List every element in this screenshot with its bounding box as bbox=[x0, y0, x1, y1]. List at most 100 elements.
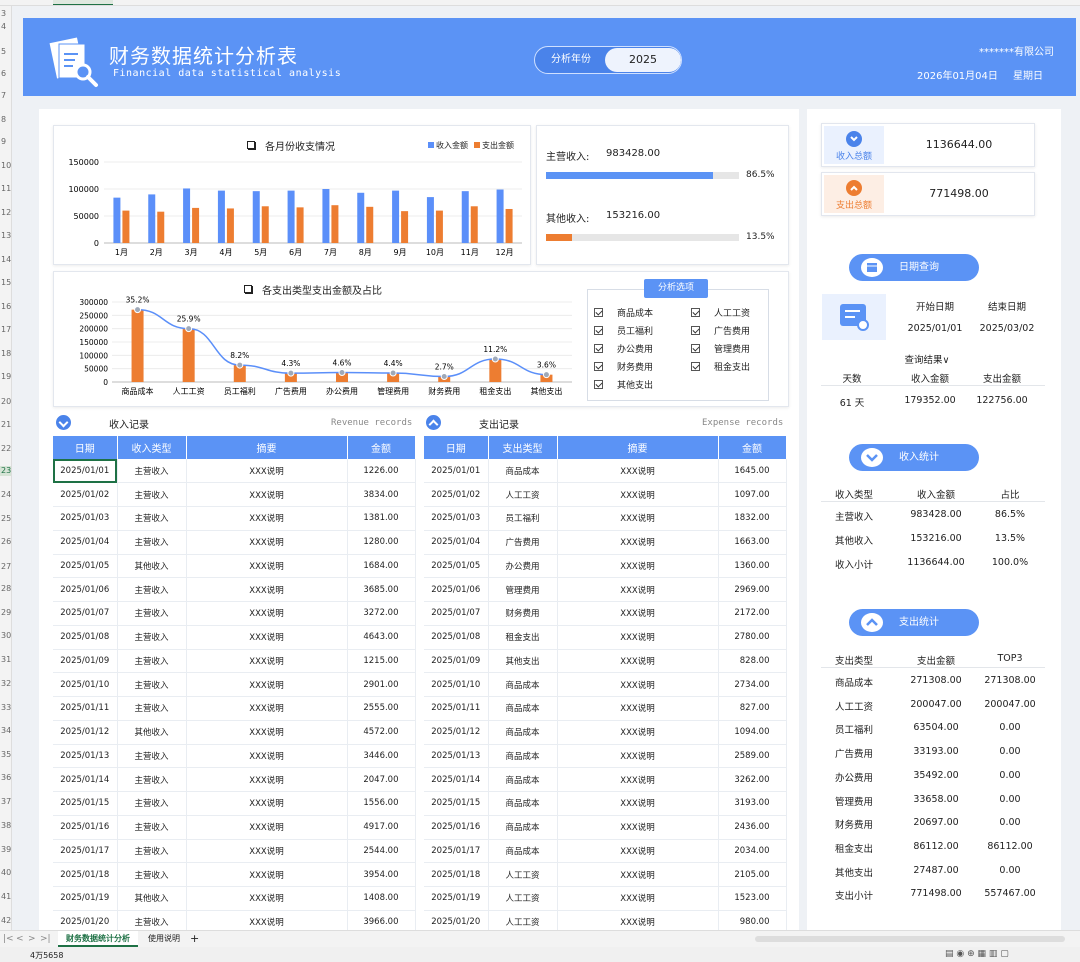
checkbox-icon[interactable] bbox=[594, 326, 603, 335]
checkbox-icon[interactable] bbox=[691, 326, 700, 335]
table-cell[interactable]: 2025/01/09 bbox=[424, 649, 489, 674]
table-cell[interactable]: XXX说明 bbox=[186, 554, 348, 579]
first-sheet-icon[interactable]: |< bbox=[3, 934, 14, 944]
last-sheet-icon[interactable]: >| bbox=[40, 934, 51, 944]
table-cell[interactable]: XXX说明 bbox=[557, 744, 719, 769]
table-cell[interactable]: 2969.00 bbox=[718, 577, 787, 602]
table-cell[interactable]: 4572.00 bbox=[347, 720, 416, 745]
table-cell[interactable]: 2025/01/06 bbox=[424, 577, 489, 602]
table-cell[interactable]: 商品成本 bbox=[488, 815, 558, 840]
table-cell[interactable]: 2025/01/20 bbox=[53, 910, 118, 930]
collapse-revenue-icon[interactable] bbox=[56, 415, 71, 430]
table-cell[interactable]: 2025/01/16 bbox=[53, 815, 118, 840]
table-cell[interactable]: 2025/01/15 bbox=[53, 791, 118, 816]
table-cell[interactable]: 2025/01/10 bbox=[424, 672, 489, 697]
table-cell[interactable]: 2025/01/19 bbox=[53, 886, 118, 911]
table-cell[interactable]: 2555.00 bbox=[347, 696, 416, 721]
table-cell[interactable]: 2734.00 bbox=[718, 672, 787, 697]
add-sheet-button[interactable]: + bbox=[190, 932, 199, 945]
table-cell[interactable]: 2025/01/05 bbox=[53, 554, 118, 579]
horizontal-scrollbar[interactable] bbox=[755, 936, 1065, 942]
table-cell[interactable]: 人工工资 bbox=[488, 862, 558, 887]
table-cell[interactable]: 商品成本 bbox=[488, 459, 558, 484]
table-cell[interactable]: 主营收入 bbox=[117, 767, 187, 792]
option-9[interactable]: 其他支出 bbox=[594, 378, 653, 391]
table-cell[interactable]: XXX说明 bbox=[557, 791, 719, 816]
analysis-options-button[interactable]: 分析选项 bbox=[644, 279, 708, 298]
table-cell[interactable]: XXX说明 bbox=[186, 459, 348, 484]
table-cell[interactable]: 2025/01/13 bbox=[53, 744, 118, 769]
table-cell[interactable]: 员工福利 bbox=[488, 506, 558, 531]
table-cell[interactable]: 主营收入 bbox=[117, 649, 187, 674]
table-cell[interactable]: 2034.00 bbox=[718, 839, 787, 864]
option-7[interactable]: 财务费用 bbox=[594, 360, 653, 373]
table-cell[interactable]: XXX说明 bbox=[557, 886, 719, 911]
table-cell[interactable]: 4643.00 bbox=[347, 625, 416, 650]
option-1[interactable]: 商品成本 bbox=[594, 306, 653, 319]
table-cell[interactable]: XXX说明 bbox=[186, 672, 348, 697]
table-cell[interactable]: 3193.00 bbox=[718, 791, 787, 816]
start-date-value[interactable]: 2025/01/01 bbox=[905, 323, 965, 334]
table-cell[interactable]: 3272.00 bbox=[347, 601, 416, 626]
table-cell[interactable]: XXX说明 bbox=[186, 577, 348, 602]
table-cell[interactable]: 2025/01/08 bbox=[424, 625, 489, 650]
table-cell[interactable]: 2025/01/04 bbox=[53, 530, 118, 555]
table-cell[interactable]: 其他收入 bbox=[117, 554, 187, 579]
year-value[interactable]: 2025 bbox=[605, 48, 681, 72]
table-cell[interactable]: 2025/01/16 bbox=[424, 815, 489, 840]
checkbox-icon[interactable] bbox=[691, 308, 700, 317]
table-cell[interactable]: 2025/01/04 bbox=[424, 530, 489, 555]
option-5[interactable]: 办公费用 bbox=[594, 342, 653, 355]
table-cell[interactable]: XXX说明 bbox=[557, 554, 719, 579]
table-cell[interactable]: 2025/01/07 bbox=[53, 601, 118, 626]
table-cell[interactable]: 商品成本 bbox=[488, 791, 558, 816]
table-cell[interactable]: XXX说明 bbox=[186, 625, 348, 650]
table-cell[interactable]: XXX说明 bbox=[186, 649, 348, 674]
table-cell[interactable]: XXX说明 bbox=[186, 601, 348, 626]
table-cell[interactable]: XXX说明 bbox=[557, 625, 719, 650]
table-cell[interactable]: 3685.00 bbox=[347, 577, 416, 602]
table-cell[interactable]: 2025/01/08 bbox=[53, 625, 118, 650]
checkbox-icon[interactable] bbox=[594, 308, 603, 317]
table-cell[interactable]: 2025/01/17 bbox=[53, 839, 118, 864]
table-cell[interactable]: 2025/01/07 bbox=[424, 601, 489, 626]
table-cell[interactable]: 2025/01/18 bbox=[424, 862, 489, 887]
table-cell[interactable]: XXX说明 bbox=[557, 767, 719, 792]
table-cell[interactable]: 980.00 bbox=[718, 910, 787, 930]
table-cell[interactable]: 2025/01/13 bbox=[424, 744, 489, 769]
table-cell[interactable]: 3954.00 bbox=[347, 862, 416, 887]
table-cell[interactable]: 2025/01/10 bbox=[53, 672, 118, 697]
table-cell[interactable]: 2025/01/19 bbox=[424, 886, 489, 911]
table-cell[interactable]: XXX说明 bbox=[557, 862, 719, 887]
table-cell[interactable]: 主营收入 bbox=[117, 839, 187, 864]
table-cell[interactable]: 1280.00 bbox=[347, 530, 416, 555]
tab-instructions[interactable]: 使用说明 bbox=[142, 931, 186, 947]
table-cell[interactable]: 4917.00 bbox=[347, 815, 416, 840]
table-cell[interactable]: XXX说明 bbox=[557, 649, 719, 674]
table-cell[interactable]: XXX说明 bbox=[557, 910, 719, 930]
table-cell[interactable]: XXX说明 bbox=[557, 815, 719, 840]
table-cell[interactable]: XXX说明 bbox=[557, 506, 719, 531]
table-cell[interactable]: 商品成本 bbox=[488, 696, 558, 721]
table-cell[interactable]: XXX说明 bbox=[186, 696, 348, 721]
table-cell[interactable]: 办公费用 bbox=[488, 554, 558, 579]
table-cell[interactable]: 主营收入 bbox=[117, 862, 187, 887]
collapse-expense-icon[interactable] bbox=[426, 415, 441, 430]
option-3[interactable]: 员工福利 bbox=[594, 324, 653, 337]
table-cell[interactable]: 主营收入 bbox=[117, 791, 187, 816]
table-cell[interactable]: 2025/01/20 bbox=[424, 910, 489, 930]
table-cell[interactable]: XXX说明 bbox=[557, 577, 719, 602]
checkbox-icon[interactable] bbox=[594, 380, 603, 389]
table-cell[interactable]: 2025/01/18 bbox=[53, 862, 118, 887]
table-cell[interactable]: 管理费用 bbox=[488, 577, 558, 602]
table-cell[interactable]: 主营收入 bbox=[117, 459, 187, 484]
table-cell[interactable]: 人工工资 bbox=[488, 482, 558, 507]
table-cell[interactable]: 主营收入 bbox=[117, 577, 187, 602]
table-cell[interactable]: 1523.00 bbox=[718, 886, 787, 911]
table-cell[interactable]: 2025/01/15 bbox=[424, 791, 489, 816]
table-cell[interactable]: XXX说明 bbox=[557, 839, 719, 864]
table-cell[interactable]: 主营收入 bbox=[117, 601, 187, 626]
table-cell[interactable]: 1097.00 bbox=[718, 482, 787, 507]
table-cell[interactable]: 3262.00 bbox=[718, 767, 787, 792]
table-cell[interactable]: 财务费用 bbox=[488, 601, 558, 626]
